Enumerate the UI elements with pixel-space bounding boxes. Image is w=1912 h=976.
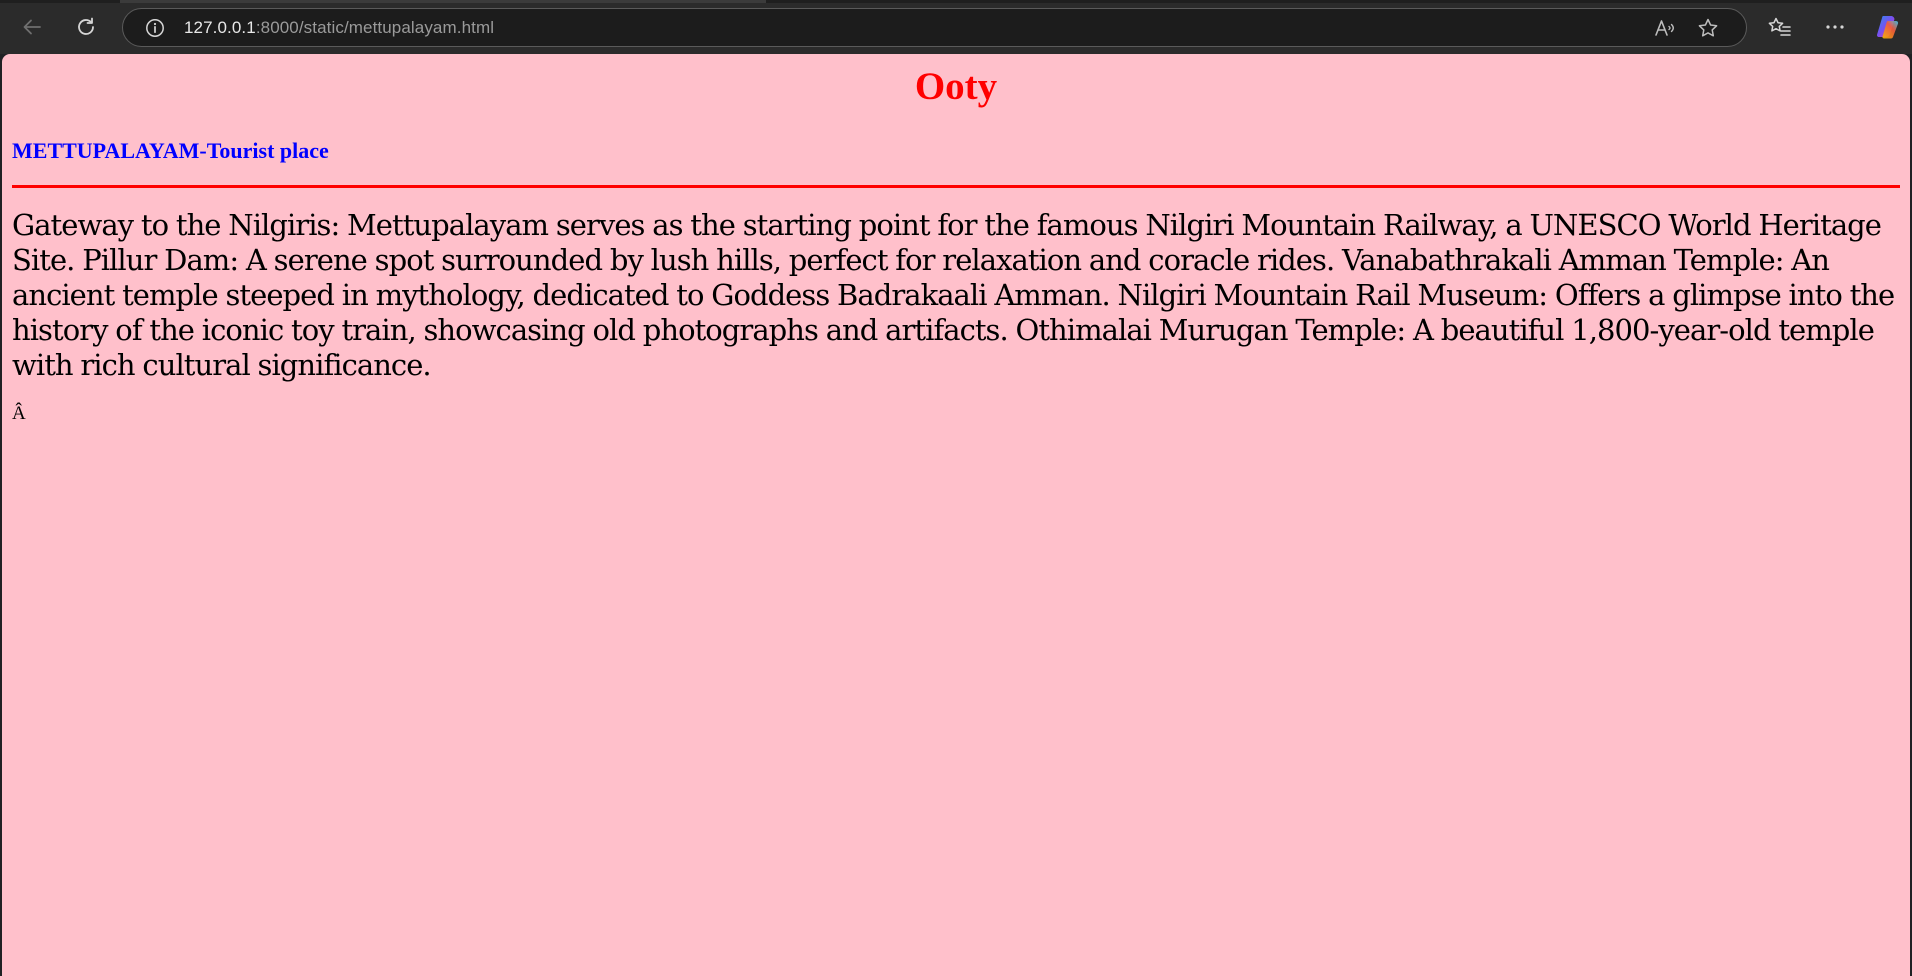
- page-viewport: Ooty METTUPALAYAM-Tourist place Gateway …: [2, 54, 1910, 976]
- tab-strip: [0, 0, 1912, 3]
- browser-toolbar: 127.0.0.1:8000/static/mettupalayam.html: [0, 0, 1912, 54]
- copilot-button[interactable]: [1870, 10, 1906, 44]
- copilot-icon: [1874, 13, 1902, 41]
- reload-button[interactable]: [68, 10, 104, 44]
- favorites-button[interactable]: [1762, 10, 1798, 44]
- url-text[interactable]: 127.0.0.1:8000/static/mettupalayam.html: [184, 18, 494, 38]
- back-button[interactable]: [14, 10, 50, 44]
- reload-icon: [75, 16, 97, 38]
- favorites-list-icon: [1768, 16, 1792, 38]
- description-paragraph: Gateway to the Nilgiris: Mettupalayam se…: [12, 208, 1895, 382]
- active-tab-edge[interactable]: [120, 0, 766, 3]
- page-title: Ooty: [914, 65, 998, 108]
- star-icon[interactable]: [1696, 17, 1720, 39]
- stray-character: Â: [12, 403, 26, 424]
- back-arrow-icon: [21, 16, 43, 38]
- read-aloud-icon[interactable]: [1653, 17, 1677, 39]
- horizontal-rule: [12, 185, 1900, 188]
- more-button[interactable]: [1817, 10, 1853, 44]
- url-path: :8000/static/mettupalayam.html: [255, 18, 495, 37]
- page-subtitle: METTUPALAYAM-Tourist place: [12, 138, 329, 163]
- more-dots-icon: [1824, 16, 1846, 38]
- info-icon[interactable]: [145, 18, 165, 38]
- address-bar[interactable]: 127.0.0.1:8000/static/mettupalayam.html: [122, 8, 1747, 47]
- url-host: 127.0.0.1: [184, 18, 256, 37]
